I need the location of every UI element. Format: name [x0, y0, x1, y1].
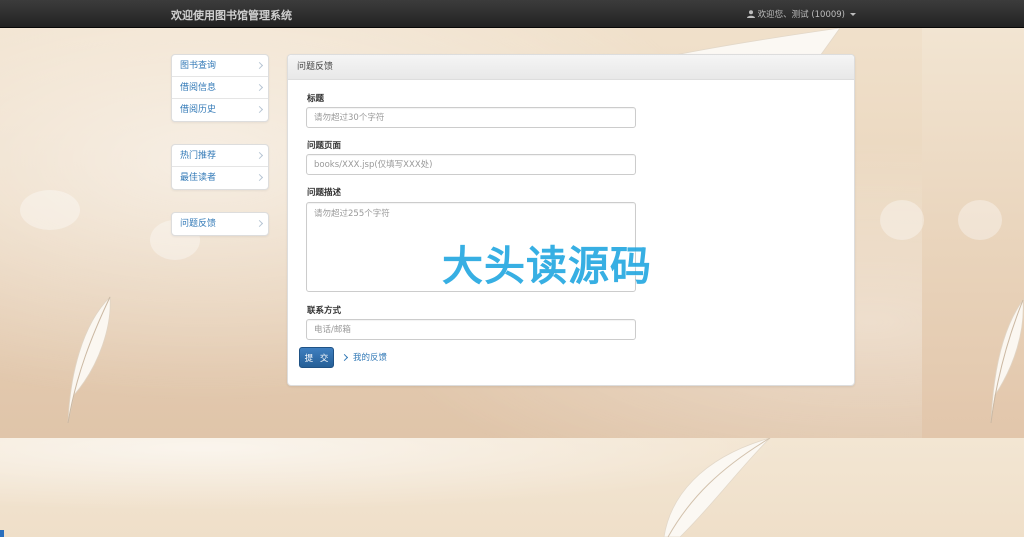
- bokeh-light: [958, 200, 1002, 240]
- background-lower-band: [0, 438, 1024, 537]
- submit-button[interactable]: 提 交: [299, 347, 334, 368]
- bokeh-light: [20, 190, 80, 230]
- sidebar-item-label: 借阅信息: [180, 83, 217, 93]
- my-feedback-link[interactable]: 我的反馈: [340, 351, 388, 363]
- sidebar-item-book-search[interactable]: 图书查询: [172, 55, 268, 77]
- title-input[interactable]: [306, 107, 636, 128]
- app-title[interactable]: 欢迎使用图书馆管理系统: [171, 7, 292, 23]
- sidebar-item-label: 热门推荐: [180, 151, 217, 161]
- sidebar-item-hot-recommend[interactable]: 热门推荐: [172, 145, 268, 167]
- chevron-right-icon: [255, 83, 264, 92]
- user-menu-dropdown[interactable]: 欢迎您、测试 (10009): [746, 8, 856, 20]
- sidebar-group-recommend: 热门推荐 最佳读者: [171, 144, 269, 190]
- corner-indicator: [0, 530, 4, 537]
- top-navbar: 欢迎使用图书馆管理系统 欢迎您、测试 (10009): [0, 0, 1024, 28]
- description-label: 问题描述: [307, 188, 342, 198]
- page-label: 问题页面: [307, 141, 342, 151]
- user-menu-label: 欢迎您、测试 (10009): [757, 10, 845, 20]
- title-label: 标题: [307, 94, 325, 104]
- sidebar-group-feedback: 问题反馈: [171, 212, 269, 236]
- sidebar-item-label: 图书查询: [180, 61, 217, 71]
- feather-bottom: [663, 438, 771, 537]
- sidebar-item-label: 借阅历史: [180, 105, 217, 115]
- sidebar-group-books: 图书查询 借阅信息 借阅历史: [171, 54, 269, 122]
- panel-title: 问题反馈: [288, 55, 854, 80]
- user-icon: [746, 10, 755, 18]
- page-input[interactable]: [306, 154, 636, 175]
- caret-down-icon: [850, 12, 856, 16]
- sidebar-item-label: 最佳读者: [180, 173, 217, 183]
- sidebar-item-borrow-info[interactable]: 借阅信息: [172, 77, 268, 99]
- sidebar-item-best-readers[interactable]: 最佳读者: [172, 167, 268, 189]
- chevron-right-icon: [340, 353, 349, 361]
- chevron-right-icon: [255, 151, 264, 160]
- sidebar-item-label: 问题反馈: [180, 219, 217, 229]
- my-feedback-label: 我的反馈: [353, 353, 388, 363]
- feedback-panel: 问题反馈 标题 问题页面 问题描述 联系方式 提 交 我的反馈: [287, 54, 855, 386]
- contact-label: 联系方式: [307, 306, 342, 316]
- bokeh-light: [880, 200, 924, 240]
- chevron-right-icon: [255, 173, 264, 182]
- sidebar-item-borrow-history[interactable]: 借阅历史: [172, 99, 268, 121]
- chevron-right-icon: [255, 61, 264, 70]
- chevron-right-icon: [255, 105, 264, 114]
- chevron-right-icon: [255, 219, 264, 228]
- watermark-text: 大头读源码: [442, 242, 652, 290]
- sidebar-item-feedback[interactable]: 问题反馈: [172, 213, 268, 235]
- contact-input[interactable]: [306, 319, 636, 340]
- feather-right-edge: [990, 298, 1024, 424]
- feather-left: [67, 296, 111, 424]
- feather-top: [670, 28, 840, 56]
